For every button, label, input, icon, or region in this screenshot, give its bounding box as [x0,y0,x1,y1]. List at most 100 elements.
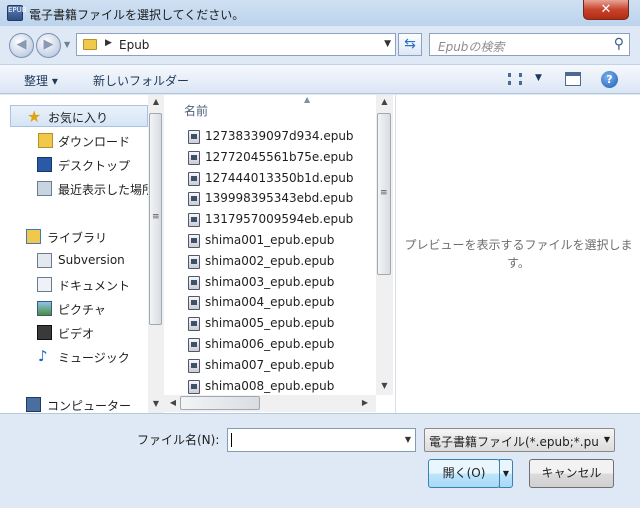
search-input[interactable]: Epubの検索 ⚲ [429,33,630,56]
file-name: 12738339097d934.epub [205,129,354,143]
file-name: shima002_epub.epub [205,253,335,268]
nav-label: ビデオ [58,327,95,341]
scroll-down-arrow[interactable]: ▼ [148,399,164,408]
address-dropdown[interactable]: ▼ [384,39,391,49]
nav-item-videos[interactable]: ビデオ [0,322,148,344]
file-name: 127444013350b1d.epub [205,170,354,185]
folder-icon [83,39,97,50]
filename-input[interactable]: ▼ [227,428,416,452]
nav-label: Subversion [58,253,125,267]
back-button[interactable]: ◀ [9,33,34,58]
file-hscrollbar[interactable]: ◀ ▶ [164,395,376,412]
star-icon: ★ [27,107,42,126]
video-icon [37,325,52,340]
forward-arrow-icon: ▶ [43,37,54,52]
nav-item-downloads[interactable]: ダウンロード [0,130,148,152]
close-button[interactable]: ✕ [583,0,629,20]
nav-item-libraries[interactable]: ライブラリ [0,226,148,248]
nav-item-favorites[interactable]: ★ お気に入り [10,105,148,127]
epub-file-icon [188,358,200,373]
file-row[interactable]: shima007_epub.epub [188,356,368,377]
nav-label: ピクチャ [58,303,106,317]
view-dropdown[interactable]: ▼ [535,73,542,83]
scroll-right-arrow[interactable]: ▶ [360,398,370,407]
file-scrollbar[interactable]: ▲ ≡ ▼ [376,95,393,395]
file-row[interactable]: shima001_epub.epub [188,231,368,252]
nav-label: お気に入り [48,111,109,125]
file-row[interactable]: shima002_epub.epub [188,252,368,273]
breadcrumb-separator[interactable]: ▶ [105,38,112,48]
epub-file-icon [188,338,200,352]
library-icon [26,229,41,244]
recent-locations-dropdown[interactable]: ▼ [64,40,70,49]
file-row[interactable]: shima003_epub.epub [188,273,368,294]
file-hscroll-thumb[interactable] [180,396,260,410]
title-bar: EPUB 電子書籍ファイルを選択してください。 ✕ [0,0,640,26]
music-icon: ♪ [38,347,48,365]
nav-item-documents[interactable]: ドキュメント [0,274,148,296]
preview-pane-icon[interactable] [565,72,581,86]
open-button[interactable]: 開く(O) [428,459,500,488]
file-name: shima004_epub.epub [205,295,335,310]
nav-item-subversion[interactable]: Subversion [0,250,148,272]
main-area: ★ お気に入り ダウンロード デスクトップ 最近表示した場所 ライブラリ Sub… [0,95,640,413]
file-row[interactable]: 1317957009594eb.epub [188,210,368,231]
nav-label: ダウンロード [58,135,131,149]
file-type-select[interactable]: 電子書籍ファイル(*.epub;*.pu ▼ [424,428,615,452]
breadcrumb-epub[interactable]: Epub [119,38,149,52]
refresh-icon: ⇆ [404,36,416,52]
epub-file-icon [188,234,200,248]
column-header-name[interactable]: 名前 [184,102,208,119]
file-row[interactable]: 12772045561b75e.epub [188,148,368,169]
help-icon[interactable]: ? [601,71,618,88]
view-icon[interactable] [508,73,522,85]
nav-scrollbar[interactable]: ▲ ≡ ▼ [148,95,164,413]
search-icon[interactable]: ⚲ [614,36,624,52]
nav-item-computer[interactable]: コンピューター [0,394,148,413]
file-row[interactable]: shima005_epub.epub [188,314,368,335]
scroll-left-arrow[interactable]: ◀ [168,398,178,407]
file-name: shima001_epub.epub [205,233,335,247]
refresh-button[interactable]: ⇆ [398,33,422,56]
filename-label: ファイル名(N): [137,433,220,447]
scroll-up-arrow[interactable]: ▲ [376,97,393,106]
nav-label: 最近表示した場所 [58,183,148,197]
chevron-down-icon[interactable]: ▼ [600,429,614,451]
epub-file-icon [188,296,200,311]
bottom-panel: ファイル名(N): ▼ 電子書籍ファイル(*.epub;*.pu ▼ 開く(O)… [0,413,640,508]
text-caret [231,433,232,447]
back-arrow-icon: ◀ [16,37,27,52]
file-name: shima007_epub.epub [205,357,335,372]
scroll-down-arrow[interactable]: ▼ [376,381,393,390]
file-row[interactable]: 12738339097d934.epub [188,127,368,148]
nav-label: ドキュメント [58,279,131,293]
forward-button[interactable]: ▶ [36,33,61,58]
nav-item-desktop[interactable]: デスクトップ [0,154,148,176]
file-name: 1317957009594eb.epub [205,212,354,227]
open-split-dropdown[interactable]: ▼ [499,459,513,488]
new-folder-button[interactable]: 新しいフォルダー [93,72,189,89]
cancel-button[interactable]: キャンセル [529,459,614,488]
nav-item-music[interactable]: ♪ ミュージック [0,346,148,368]
file-row[interactable]: shima006_epub.epub [188,335,368,356]
epub-file-icon [188,192,200,207]
nav-label: デスクトップ [58,159,131,173]
epub-file-icon [188,275,200,290]
nav-item-recent[interactable]: 最近表示した場所 [0,178,148,200]
file-row[interactable]: 127444013350b1d.epub [188,169,368,190]
nav-item-pictures[interactable]: ピクチャ [0,298,148,320]
app-icon: EPUB [7,5,27,21]
file-row[interactable]: shima004_epub.epub [188,293,368,314]
file-scroll-thumb[interactable]: ≡ [377,113,391,275]
address-bar[interactable]: ▶ Epub ▼ [76,33,396,56]
nav-scroll-thumb[interactable]: ≡ [149,113,162,325]
filename-dropdown[interactable]: ▼ [405,435,411,444]
file-row[interactable]: 139998395343ebd.epub [188,189,368,210]
epub-file-icon [188,130,200,144]
epub-file-icon [188,171,200,186]
epub-file-icon [188,150,200,165]
window-title: 電子書籍ファイルを選択してください。 [29,8,245,22]
organize-button[interactable]: 整理 ▾ [24,72,58,89]
scroll-up-arrow[interactable]: ▲ [148,97,164,106]
nav-label: ミュージック [58,351,130,365]
